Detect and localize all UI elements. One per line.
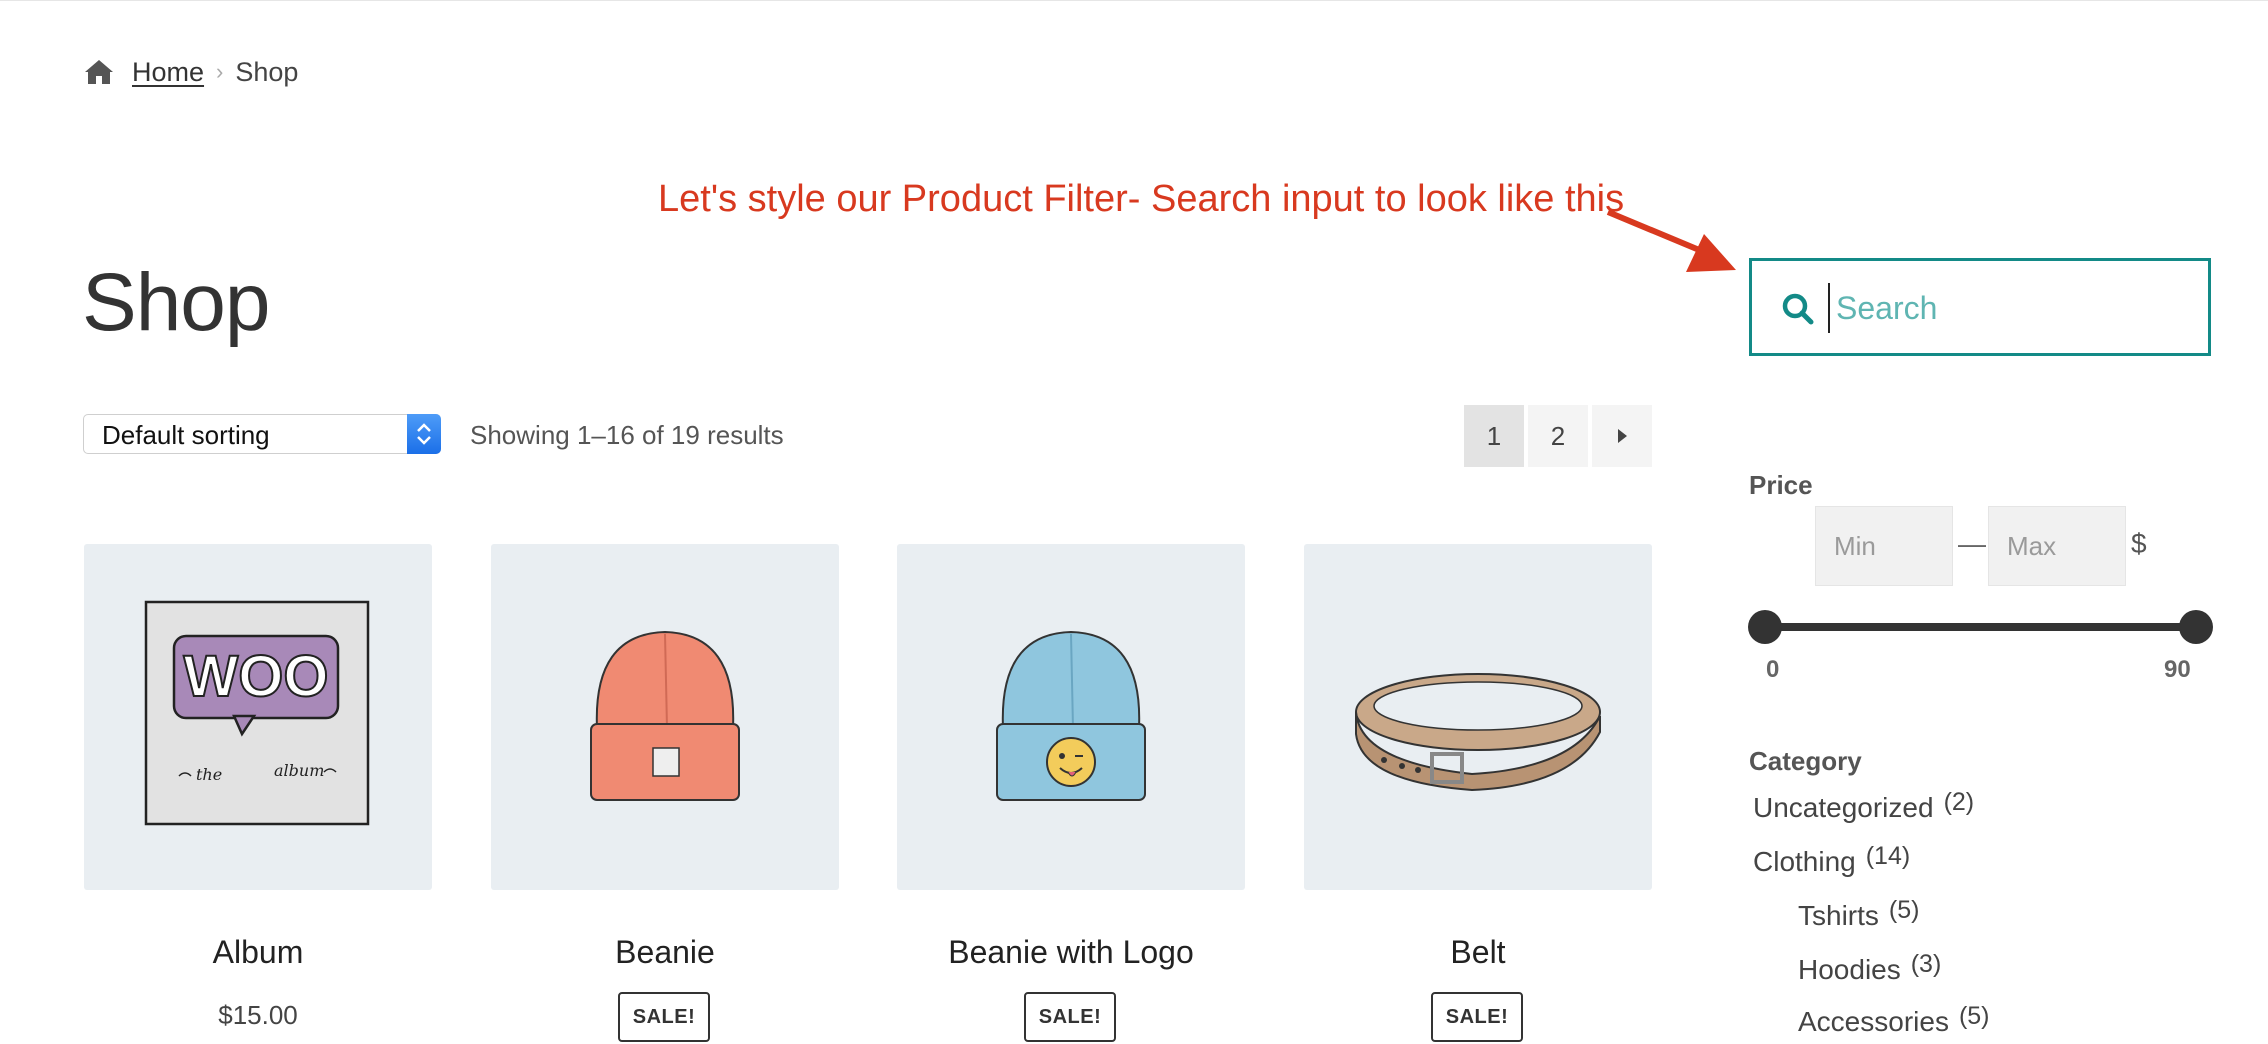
pagination: 1 2 — [1464, 405, 1652, 467]
page-title: Shop — [82, 257, 271, 348]
product-name[interactable]: Beanie — [491, 934, 839, 971]
product-card[interactable]: Beanie SALE! — [491, 544, 839, 1042]
price-min-field[interactable] — [1815, 506, 1953, 586]
product-name[interactable]: Belt — [1304, 934, 1652, 971]
sort-select[interactable]: Default sorting — [83, 414, 441, 454]
album-illustration: WOO the album — [144, 600, 370, 826]
home-icon — [85, 60, 113, 84]
beanie-logo-illustration — [996, 630, 1146, 801]
product-name[interactable]: Beanie with Logo — [897, 934, 1245, 971]
product-image[interactable]: WOO the album — [84, 544, 432, 890]
search-icon — [1782, 293, 1814, 325]
category-count: (5) — [1888, 896, 1920, 924]
next-page-button[interactable] — [1592, 405, 1652, 467]
sale-badge: SALE! — [618, 992, 710, 1042]
price-filter-title: Price — [1749, 470, 1813, 500]
category-item-accessories[interactable]: Accessories (5) — [1798, 1002, 1990, 1038]
result-count: Showing 1–16 of 19 results — [470, 420, 784, 450]
breadcrumb-current: Shop — [235, 56, 299, 87]
price-slider-min-label: 0 — [1766, 656, 1780, 683]
top-border — [0, 0, 2268, 1]
sale-badge: SALE! — [1024, 992, 1116, 1042]
product-image[interactable] — [491, 544, 839, 890]
price-min-input[interactable] — [1816, 507, 1952, 585]
page-1-button[interactable]: 1 — [1464, 405, 1524, 467]
category-count: (2) — [1943, 788, 1975, 816]
price-slider-max-label: 90 — [2164, 656, 2191, 683]
product-filter-search[interactable] — [1749, 258, 2211, 356]
product-price: $15.00 — [218, 1000, 298, 1030]
breadcrumb: Home › Shop — [84, 54, 298, 90]
category-label: Tshirts — [1798, 900, 1879, 931]
category-count: (5) — [1958, 1002, 1990, 1030]
annotation-arrow-icon — [1606, 209, 1736, 272]
category-item-uncategorized[interactable]: Uncategorized (2) — [1753, 788, 1974, 824]
product-card[interactable]: Belt SALE! — [1304, 544, 1652, 1042]
category-item-hoodies[interactable]: Hoodies (3) — [1798, 950, 1941, 986]
category-label: Clothing — [1753, 846, 1856, 877]
price-range-separator: — — [1958, 528, 1986, 559]
breadcrumb-home-link[interactable]: Home — [132, 57, 204, 88]
beanie-illustration — [590, 630, 740, 801]
select-arrows-icon — [407, 414, 441, 454]
product-card[interactable]: Beanie with Logo SALE! — [897, 544, 1245, 1042]
belt-illustration — [1355, 673, 1601, 792]
product-image[interactable] — [897, 544, 1245, 890]
price-slider-min-handle[interactable] — [1748, 610, 1782, 644]
svg-text:WOO: WOO — [184, 644, 329, 709]
breadcrumb-separator: › — [216, 59, 224, 84]
price-max-field[interactable] — [1988, 506, 2126, 586]
category-label: Uncategorized — [1753, 792, 1934, 823]
sale-badge: SALE! — [1431, 992, 1523, 1042]
category-count: (3) — [1910, 950, 1942, 978]
category-filter-title: Category — [1749, 746, 1862, 776]
product-image[interactable] — [1304, 544, 1652, 890]
svg-text:album: album — [274, 761, 324, 780]
price-slider-track[interactable] — [1764, 623, 2196, 631]
price-slider-max-handle[interactable] — [2179, 610, 2213, 644]
page-2-button[interactable]: 2 — [1528, 405, 1588, 467]
svg-text:the: the — [196, 765, 222, 784]
sort-selected-value: Default sorting — [102, 420, 270, 450]
caret-right-icon — [1618, 429, 1627, 443]
category-label: Accessories — [1798, 1006, 1949, 1037]
price-currency: $ — [2131, 528, 2147, 559]
product-card[interactable]: WOO the album Album $15.00 — [84, 544, 432, 1030]
category-item-tshirts[interactable]: Tshirts (5) — [1798, 896, 1919, 932]
search-input[interactable] — [1828, 283, 2196, 333]
category-count: (14) — [1865, 842, 1911, 870]
price-max-input[interactable] — [1989, 507, 2125, 585]
annotation-text: Let's style our Product Filter- Search i… — [658, 178, 1625, 220]
category-item-clothing[interactable]: Clothing (14) — [1753, 842, 1910, 878]
product-name[interactable]: Album — [84, 934, 432, 971]
category-label: Hoodies — [1798, 954, 1901, 985]
